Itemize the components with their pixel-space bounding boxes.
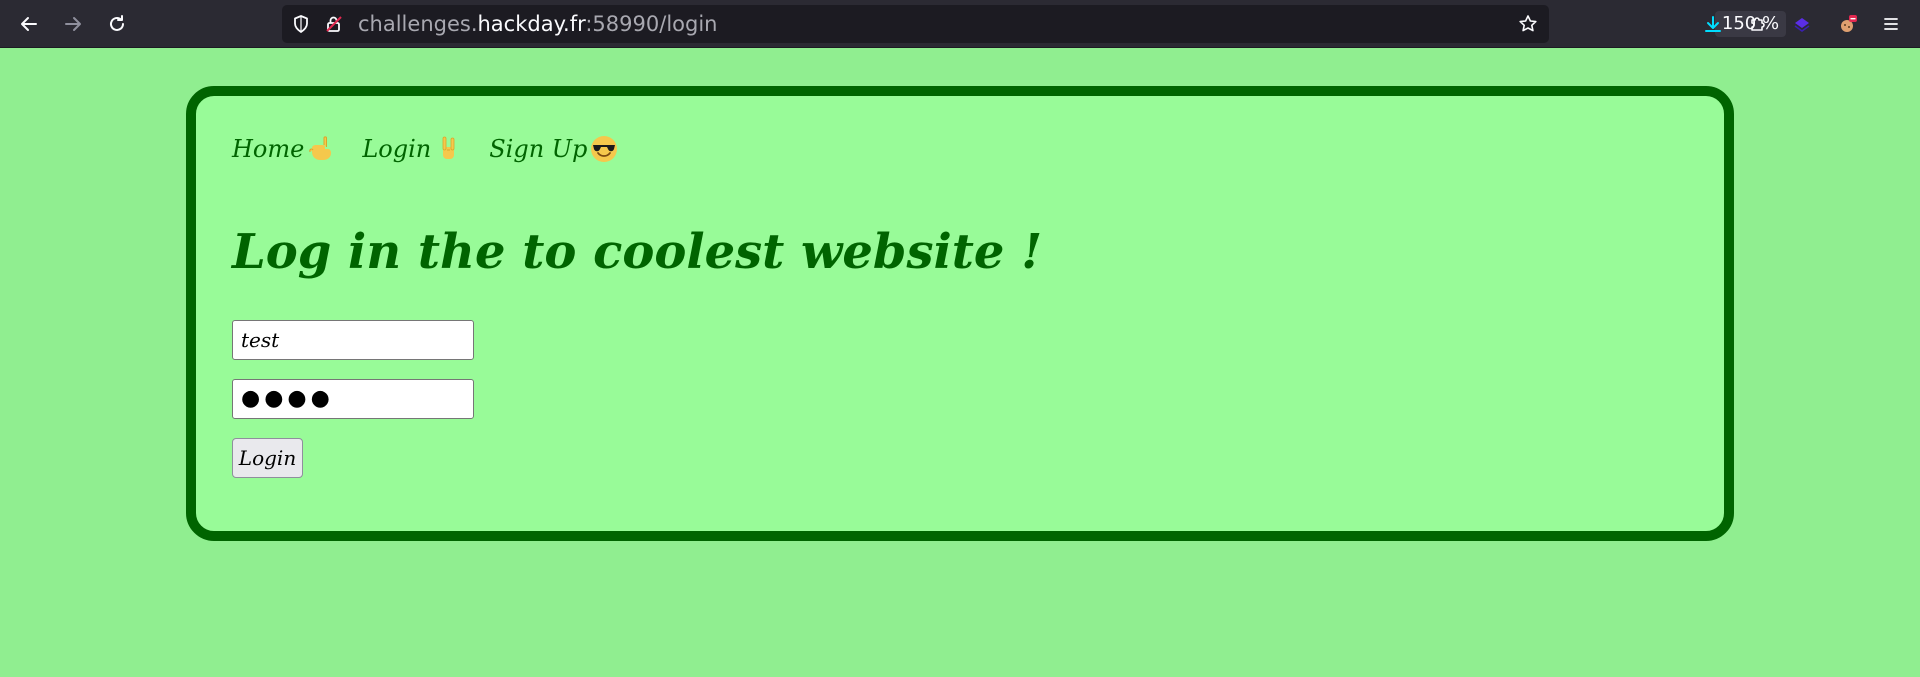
insecure-lock-icon[interactable] xyxy=(324,14,344,34)
url-text[interactable]: challenges.hackday.fr:58990/login xyxy=(358,5,717,43)
purple-layers-icon xyxy=(1794,18,1810,32)
content-card: Home Login Sign Up Log in the to coolest… xyxy=(186,86,1734,541)
downloads-button[interactable] xyxy=(1695,6,1731,42)
call-me-hand-icon xyxy=(309,136,332,160)
extension-purple-button[interactable] xyxy=(1784,6,1820,42)
tracking-protection-shield-icon[interactable] xyxy=(291,14,311,34)
back-button[interactable] xyxy=(11,6,47,42)
username-input[interactable]: test xyxy=(232,320,474,360)
login-button[interactable]: Login xyxy=(232,438,303,478)
site-nav: Home Login Sign Up xyxy=(232,134,619,164)
bookmark-star-icon[interactable] xyxy=(1518,14,1538,34)
nav-home-label: Home xyxy=(232,135,305,163)
nav-home-link[interactable]: Home xyxy=(232,134,336,164)
nav-login-link[interactable]: Login xyxy=(362,134,463,164)
url-subdomain: challenges. xyxy=(358,12,478,36)
reload-button[interactable] xyxy=(99,6,135,42)
rock-hand-icon xyxy=(442,136,455,159)
nav-signup-link[interactable]: Sign Up xyxy=(489,134,619,164)
browser-toolbar: challenges.hackday.fr:58990/login 150 % xyxy=(0,0,1920,48)
reload-icon xyxy=(110,15,124,31)
address-bar[interactable]: challenges.hackday.fr:58990/login 150 % xyxy=(282,5,1786,43)
hamburger-menu-icon xyxy=(1884,18,1898,30)
download-icon xyxy=(1705,16,1721,32)
forward-arrow-icon xyxy=(65,17,81,31)
url-host: hackday.fr xyxy=(477,12,586,36)
forward-button[interactable] xyxy=(55,6,91,42)
nav-login-label: Login xyxy=(362,135,432,163)
sunglasses-face-icon xyxy=(591,136,618,162)
nav-signup-label: Sign Up xyxy=(489,135,588,163)
back-arrow-icon xyxy=(21,17,37,31)
puzzle-piece-icon xyxy=(1751,17,1765,31)
page-title: Log in the to coolest website ! xyxy=(232,224,1043,280)
cookie-avatar-icon xyxy=(1841,15,1857,32)
password-input[interactable]: ●●●● xyxy=(232,379,474,419)
extensions-button[interactable] xyxy=(1740,6,1776,42)
extension-avatar-button[interactable] xyxy=(1829,6,1865,42)
url-path: :58990/login xyxy=(585,12,718,36)
menu-button[interactable] xyxy=(1873,6,1909,42)
